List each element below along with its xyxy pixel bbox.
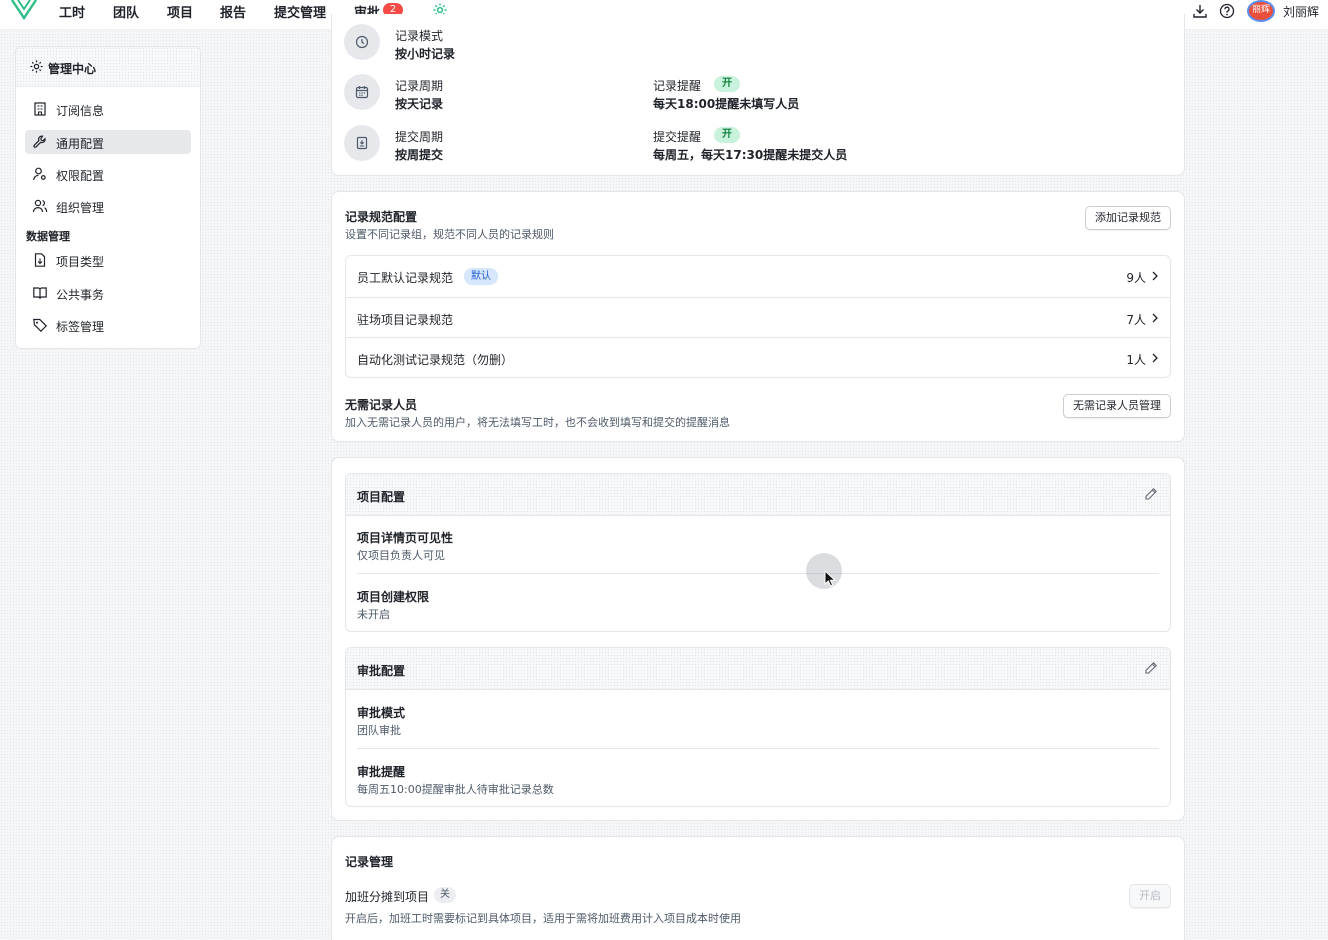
project-create-permission-value: 未开启 bbox=[357, 608, 390, 621]
record-reminder-label: 记录提醒 bbox=[653, 79, 702, 93]
submit-document-icon bbox=[344, 125, 380, 161]
approval-reminder-label: 审批提醒 bbox=[357, 765, 406, 779]
exempt-users-title: 无需记录人员 bbox=[345, 398, 418, 412]
sidebar-item-label: 组织管理 bbox=[56, 201, 105, 215]
project-visibility-label: 项目详情页可见性 bbox=[357, 531, 454, 545]
nav-item-worktime[interactable]: 工时 bbox=[59, 2, 85, 21]
sidebar-item-label: 项目类型 bbox=[56, 255, 105, 269]
sidebar-header: 管理中心 bbox=[16, 47, 200, 87]
edit-pencil-icon[interactable] bbox=[1144, 487, 1158, 501]
record-management-title: 记录管理 bbox=[345, 855, 394, 869]
list-item[interactable]: 员工默认记录规范 默认 9人 bbox=[346, 256, 1170, 297]
approval-config-panel: 审批配置 审批模式 团队审批 审批提醒 每周五10:00提醒审批人待审批记录总数 bbox=[345, 647, 1171, 807]
overtime-allocation-status-badge: 关 bbox=[434, 887, 456, 903]
submit-reminder-label: 提交提醒 bbox=[653, 130, 702, 144]
app-logo-icon[interactable] bbox=[10, 0, 38, 20]
calendar-icon bbox=[344, 74, 380, 110]
project-create-permission-label: 项目创建权限 bbox=[357, 590, 430, 604]
user-key-icon bbox=[33, 167, 46, 181]
chevron-right-icon bbox=[1152, 271, 1158, 281]
nav-item-submit-management[interactable]: 提交管理 bbox=[274, 2, 326, 21]
edit-pencil-icon[interactable] bbox=[1144, 661, 1158, 675]
project-visibility-value: 仅项目负责人可见 bbox=[357, 549, 445, 562]
default-tag-badge: 默认 bbox=[464, 268, 498, 285]
sidebar-item-label: 订阅信息 bbox=[56, 104, 105, 118]
rule-member-count: 1人 bbox=[1126, 353, 1146, 367]
chevron-right-icon bbox=[1152, 313, 1158, 323]
submit-cycle-label: 提交周期 bbox=[395, 130, 444, 144]
rule-name: 驻场项目记录规范 bbox=[357, 313, 454, 327]
sidebar-title: 管理中心 bbox=[48, 62, 97, 76]
rule-name: 自动化测试记录规范（勿删） bbox=[357, 353, 514, 367]
sidebar-item-general-config[interactable]: 通用配置 bbox=[25, 130, 191, 154]
divider bbox=[357, 573, 1159, 574]
sidebar-item-label: 权限配置 bbox=[56, 169, 105, 183]
sidebar-item-label: 标签管理 bbox=[56, 320, 105, 334]
record-reminder-status-badge: 开 bbox=[714, 76, 740, 92]
submit-reminder-value: 每周五，每天17:30提醒未提交人员 bbox=[653, 148, 848, 162]
add-record-rule-button[interactable]: 添加记录规范 bbox=[1085, 206, 1171, 230]
list-item[interactable]: 驻场项目记录规范 7人 bbox=[346, 297, 1170, 338]
gear-icon bbox=[30, 60, 43, 73]
approval-reminder-value: 每周五10:00提醒审批人待审批记录总数 bbox=[357, 783, 554, 796]
record-rules-subtitle: 设置不同记录组，规范不同人员的记录规则 bbox=[345, 228, 554, 241]
users-icon bbox=[32, 199, 48, 213]
wrench-icon bbox=[33, 135, 46, 148]
project-config-panel: 项目配置 项目详情页可见性 仅项目负责人可见 项目创建权限 未开启 bbox=[345, 473, 1171, 632]
download-icon[interactable] bbox=[1192, 3, 1208, 19]
record-mode-value: 按小时记录 bbox=[395, 47, 456, 61]
sidebar-item-label: 公共事务 bbox=[56, 288, 105, 302]
rule-name: 员工默认记录规范 bbox=[357, 271, 454, 285]
nav-item-team[interactable]: 团队 bbox=[113, 2, 139, 21]
overtime-allocation-description: 开启后，加班工时需要标记到具体项目，适用于需将加班费用计入项目成本时使用 bbox=[345, 912, 741, 925]
overtime-allocation-label: 加班分摊到项目 bbox=[345, 890, 430, 904]
help-icon[interactable] bbox=[1219, 3, 1235, 19]
record-rules-title: 记录规范配置 bbox=[345, 210, 418, 224]
exempt-users-management-button[interactable]: 无需记录人员管理 bbox=[1063, 394, 1171, 418]
enable-overtime-button[interactable]: 开启 bbox=[1129, 884, 1171, 908]
submit-cycle-value: 按周提交 bbox=[395, 148, 444, 162]
rule-member-count: 9人 bbox=[1126, 271, 1146, 285]
sidebar-item-tag-management[interactable]: 标签管理 bbox=[25, 313, 191, 337]
project-config-header: 项目配置 bbox=[346, 474, 1170, 516]
record-rules-list: 员工默认记录规范 默认 9人 驻场项目记录规范 7人 自动化测试记录规范（勿删）… bbox=[345, 255, 1171, 378]
sidebar-item-public-affairs[interactable]: 公共事务 bbox=[25, 281, 191, 305]
exempt-users-description: 加入无需记录人员的用户，将无法填写工时，也不会收到填写和提交的提醒消息 bbox=[345, 416, 730, 429]
approval-config-header: 审批配置 bbox=[346, 648, 1170, 690]
approval-mode-value: 团队审批 bbox=[357, 724, 401, 737]
chevron-right-icon bbox=[1152, 353, 1158, 363]
sidebar-item-label: 通用配置 bbox=[56, 137, 105, 151]
record-settings-card: 记录模式 按小时记录 记录周期 按天记录 记录提醒 开 每天18:00提醒未填写… bbox=[331, 14, 1185, 176]
building-icon bbox=[34, 102, 46, 116]
list-item[interactable]: 自动化测试记录规范（勿删） 1人 bbox=[346, 337, 1170, 378]
admin-sidebar: 管理中心 订阅信息 通用配置 权限配置 组织管理 数据管理 项目类型 公共事务 … bbox=[15, 46, 201, 349]
sidebar-group-label: 数据管理 bbox=[26, 230, 70, 243]
mouse-cursor-icon bbox=[824, 570, 836, 587]
sidebar-item-org-management[interactable]: 组织管理 bbox=[25, 194, 191, 218]
submit-reminder-status-badge: 开 bbox=[714, 127, 740, 143]
config-card: 项目配置 项目详情页可见性 仅项目负责人可见 项目创建权限 未开启 审批配置 审… bbox=[331, 457, 1185, 821]
sidebar-item-subscription[interactable]: 订阅信息 bbox=[25, 97, 191, 121]
file-icon bbox=[34, 253, 46, 267]
sidebar-item-permission-config[interactable]: 权限配置 bbox=[25, 162, 191, 186]
record-reminder-value: 每天18:00提醒未填写人员 bbox=[653, 97, 800, 111]
sidebar-item-project-type[interactable]: 项目类型 bbox=[25, 248, 191, 272]
nav-item-report[interactable]: 报告 bbox=[220, 2, 246, 21]
tag-icon bbox=[33, 318, 48, 333]
divider bbox=[357, 748, 1159, 749]
record-mode-label: 记录模式 bbox=[395, 29, 444, 43]
user-name[interactable]: 刘丽辉 bbox=[1283, 3, 1319, 20]
project-config-title: 项目配置 bbox=[357, 490, 406, 504]
record-cycle-label: 记录周期 bbox=[395, 79, 444, 93]
book-icon bbox=[33, 287, 47, 299]
rule-member-count: 7人 bbox=[1126, 313, 1146, 327]
record-management-card: 记录管理 加班分摊到项目 关 开启后，加班工时需要标记到具体项目，适用于需将加班… bbox=[331, 836, 1185, 940]
clock-icon bbox=[344, 24, 380, 60]
record-cycle-value: 按天记录 bbox=[395, 97, 444, 111]
user-avatar[interactable]: 丽辉 bbox=[1247, 0, 1275, 22]
nav-item-project[interactable]: 项目 bbox=[167, 2, 193, 21]
approval-mode-label: 审批模式 bbox=[357, 706, 406, 720]
approval-config-title: 审批配置 bbox=[357, 664, 406, 678]
record-rules-card: 记录规范配置 设置不同记录组，规范不同人员的记录规则 添加记录规范 员工默认记录… bbox=[331, 191, 1185, 442]
